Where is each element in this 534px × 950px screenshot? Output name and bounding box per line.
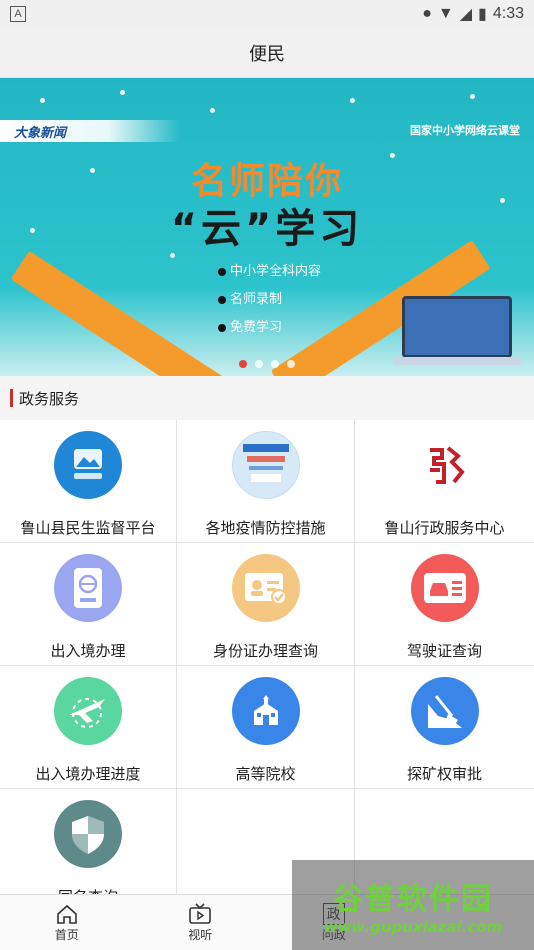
service-label: 探矿权审批: [406, 765, 482, 783]
signal-icon: ◢: [459, 6, 473, 23]
page-title: 便民: [0, 28, 534, 78]
service-item-xingzheng[interactable]: 鲁山行政服务中心: [355, 420, 534, 543]
airplane-icon: [54, 677, 122, 745]
epidemic-poster-icon: [231, 431, 300, 499]
tab-label: 视听: [188, 928, 213, 942]
service-label: 各地疫情防控措施: [205, 519, 326, 537]
section-title: 政务服务: [19, 389, 80, 408]
brand-logo-daxiang: 大象新闻: [0, 120, 180, 142]
service-item-epidemic[interactable]: 各地疫情防控措施: [177, 420, 355, 543]
service-item-mining[interactable]: 探矿权审批: [355, 666, 534, 789]
shovel-icon: [410, 677, 479, 745]
service-label: 鲁山县民生监督平台: [20, 519, 156, 537]
service-item-minsheng[interactable]: 鲁山县民生监督平台: [0, 420, 177, 543]
pencil-left-illustration: [10, 250, 231, 376]
carousel-indicators[interactable]: [0, 360, 534, 368]
id-card-icon: [231, 554, 300, 622]
tab-video[interactable]: 视听: [134, 895, 268, 950]
service-item-progress[interactable]: 出入境办理进度: [0, 666, 177, 789]
school-icon: [231, 677, 300, 745]
shield-icon: [54, 800, 122, 868]
site-watermark: 谷普软件园 www.gupuxiazai.com: [292, 860, 534, 950]
watermark-url: www.gupuxiazai.com: [323, 918, 503, 936]
passport-icon: [54, 554, 122, 622]
carousel-dot[interactable]: [271, 360, 279, 368]
service-item-churujing[interactable]: 出入境办理: [0, 543, 177, 666]
carousel-dot[interactable]: [239, 360, 247, 368]
service-grid: 鲁山县民生监督平台 各地疫情防控措施 鲁山行政服务中心 出入境办理 身份证办理查…: [0, 420, 534, 912]
watermark-title: 谷普软件园: [333, 882, 493, 917]
carousel-dot[interactable]: [255, 360, 263, 368]
clock: 4:33: [492, 5, 524, 22]
driver-license-icon: [410, 554, 479, 622]
tv-icon: [188, 902, 212, 926]
service-label: 出入境办理进度: [35, 765, 141, 783]
service-label: 高等院校: [235, 765, 296, 783]
section-header: 政务服务: [0, 376, 534, 420]
home-icon: [56, 902, 78, 926]
seal-logo-icon: [410, 431, 479, 499]
banner-carousel[interactable]: 大象新闻 国家中小学网络云课堂 名师陪你 “云”学习 中小学全科内容 名师录制 …: [0, 78, 534, 376]
laptop-illustration: [393, 296, 521, 365]
service-label: 身份证办理查询: [212, 642, 318, 660]
wifi-icon: ▼: [437, 5, 454, 22]
tab-home[interactable]: 首页: [0, 895, 134, 950]
service-label: 出入境办理: [50, 642, 126, 660]
banner-bullet: 免费学习: [230, 320, 283, 335]
service-item-university[interactable]: 高等院校: [177, 666, 355, 789]
service-label: 驾驶证查询: [406, 642, 482, 660]
banner-bullets: 中小学全科内容 名师录制 免费学习: [218, 258, 321, 342]
status-bar: A ● ▼ ◢ ▮ 4:33: [0, 0, 534, 28]
section-accent-bar: [10, 389, 13, 407]
service-label: 鲁山行政服务中心: [384, 519, 505, 537]
battery-icon: ▮: [478, 6, 487, 23]
mountain-badge-icon: [54, 431, 122, 499]
carousel-dot[interactable]: [287, 360, 295, 368]
tab-label: 首页: [54, 928, 79, 942]
banner-subheadline: “云”学习: [170, 206, 364, 252]
service-item-driver-license[interactable]: 驾驶证查询: [355, 543, 534, 666]
notification-a-icon: A: [10, 6, 26, 22]
service-item-id-card[interactable]: 身份证办理查询: [177, 543, 355, 666]
banner-bullet: 名师录制: [230, 292, 283, 307]
brand-logo-yunketang: 国家中小学网络云课堂: [410, 124, 520, 137]
banner-bullet: 中小学全科内容: [230, 264, 322, 279]
location-icon: ●: [422, 5, 432, 22]
